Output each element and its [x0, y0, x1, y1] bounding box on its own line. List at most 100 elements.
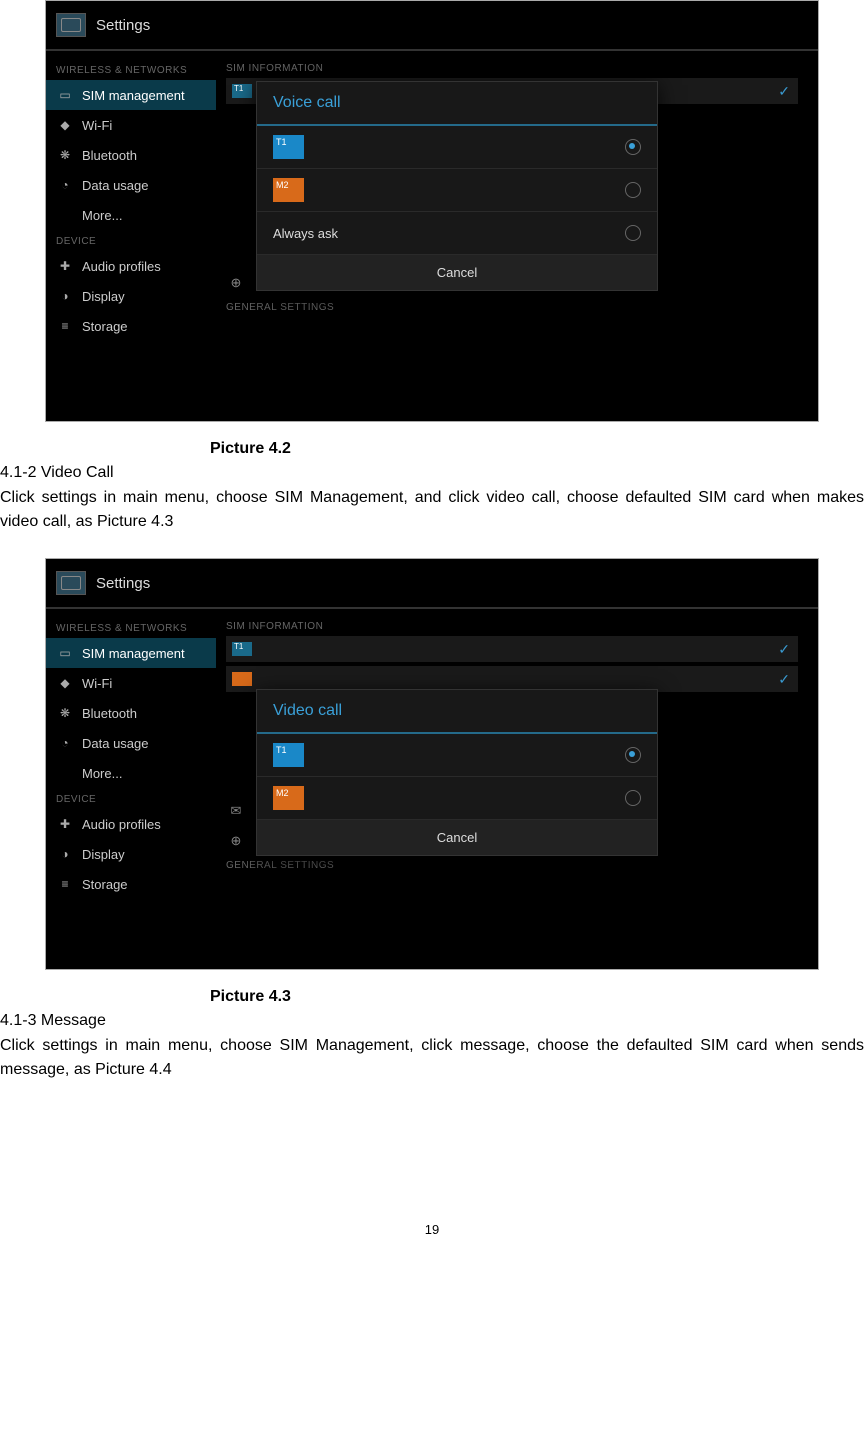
right-section-general: GENERAL SETTINGS	[226, 860, 798, 871]
sidebar-item-storage[interactable]: ≡ Storage	[56, 869, 216, 899]
wifi-icon: ◆	[56, 118, 74, 132]
audio-icon: ✚	[56, 817, 74, 831]
sim-chip-icon: T1	[232, 84, 252, 98]
dialog-option-label: Always ask	[273, 226, 338, 241]
radio-icon	[625, 225, 641, 241]
sidebar-item-label: More...	[82, 208, 122, 223]
data-usage-icon: ◔	[56, 736, 74, 750]
sidebar-item-bluetooth[interactable]: ❋ Bluetooth	[56, 698, 216, 728]
wifi-icon: ◆	[56, 676, 74, 690]
sidebar-section-device: DEVICE	[56, 794, 216, 805]
audio-icon: ✚	[56, 259, 74, 273]
video-call-dialog: Video call T1 M2 Cancel	[256, 689, 658, 856]
settings-app-icon	[56, 571, 86, 595]
right-section-siminfo: SIM INFORMATION	[226, 63, 798, 74]
sidebar-item-label: Bluetooth	[82, 706, 137, 721]
globe-icon: ⊕	[226, 833, 246, 849]
right-section-general: GENERAL SETTINGS	[226, 302, 798, 313]
section-heading-2: 4.1-3 Message	[0, 1012, 864, 1030]
check-icon: ✓	[778, 641, 790, 658]
sidebar-section-device: DEVICE	[56, 236, 216, 247]
sidebar-item-label: Storage	[82, 319, 128, 334]
dialog-option-sim1[interactable]: T1	[257, 126, 657, 169]
sidebar-item-label: Audio profiles	[82, 817, 161, 832]
sidebar-item-label: More...	[82, 766, 122, 781]
screenshot-video-call: Settings WIRELESS & NETWORKS ▭ SIM manage…	[45, 558, 819, 970]
settings-title: Settings	[96, 17, 150, 34]
page-number: 19	[0, 1222, 864, 1237]
sidebar-item-sim[interactable]: ▭ SIM management	[46, 638, 216, 668]
sidebar-section-wireless: WIRELESS & NETWORKS	[56, 623, 216, 634]
sidebar-item-label: Audio profiles	[82, 259, 161, 274]
settings-sidebar: WIRELESS & NETWORKS ▭ SIM management ◆ Wi-…	[46, 609, 216, 971]
sidebar-item-data[interactable]: ◔ Data usage	[56, 728, 216, 758]
storage-icon: ≡	[56, 877, 74, 891]
sim2-chip-icon: M2	[273, 786, 304, 810]
data-usage-icon: ◔	[56, 178, 74, 192]
sidebar-item-wifi[interactable]: ◆ Wi-Fi	[56, 668, 216, 698]
sidebar-item-label: Wi-Fi	[82, 676, 112, 691]
section-body-2: Click settings in main menu, choose SIM …	[0, 1034, 864, 1082]
sidebar-item-audio[interactable]: ✚ Audio profiles	[56, 251, 216, 281]
radio-selected-icon	[625, 139, 641, 155]
sidebar-item-label: Wi-Fi	[82, 118, 112, 133]
sidebar-item-label: Data usage	[82, 178, 149, 193]
sidebar-item-data[interactable]: ◔ Data usage	[56, 170, 216, 200]
display-icon: ◑	[56, 847, 74, 861]
sidebar-item-wifi[interactable]: ◆ Wi-Fi	[56, 110, 216, 140]
sidebar-item-label: Storage	[82, 877, 128, 892]
settings-title: Settings	[96, 575, 150, 592]
dialog-cancel-button[interactable]: Cancel	[257, 255, 657, 290]
sidebar-item-display[interactable]: ◑ Display	[56, 281, 216, 311]
more-icon	[56, 766, 74, 780]
sidebar-item-audio[interactable]: ✚ Audio profiles	[56, 809, 216, 839]
figure-caption-2: Picture 4.3	[210, 988, 864, 1006]
sidebar-item-sim[interactable]: ▭SIM management	[46, 80, 216, 110]
sidebar-item-label: Bluetooth	[82, 148, 137, 163]
settings-app-icon	[56, 13, 86, 37]
more-icon	[56, 208, 74, 222]
dialog-option-sim2[interactable]: M2	[257, 169, 657, 212]
section-body-1: Click settings in main menu, choose SIM …	[0, 486, 864, 534]
dialog-option-sim2[interactable]: M2	[257, 777, 657, 820]
radio-icon	[625, 182, 641, 198]
sidebar-item-label: SIM management	[82, 88, 185, 103]
section-heading-1: 4.1-2 Video Call	[0, 464, 864, 482]
dialog-title: Voice call	[257, 82, 657, 126]
dialog-option-always-ask[interactable]: Always ask	[257, 212, 657, 255]
sidebar-item-label: SIM management	[82, 646, 185, 661]
dialog-option-sim1[interactable]: T1	[257, 734, 657, 777]
sidebar-item-storage[interactable]: ≡ Storage	[56, 311, 216, 341]
sidebar-item-label: Display	[82, 289, 125, 304]
right-section-siminfo: SIM INFORMATION	[226, 621, 798, 632]
sim1-chip-icon: T1	[273, 743, 304, 767]
bluetooth-icon: ❋	[56, 706, 74, 720]
bluetooth-icon: ❋	[56, 148, 74, 162]
sidebar-item-more[interactable]: More...	[56, 200, 216, 230]
sim-chip-icon	[232, 672, 252, 686]
sidebar-item-bluetooth[interactable]: ❋ Bluetooth	[56, 140, 216, 170]
sim-row-1[interactable]: T1✓	[226, 636, 798, 662]
sim1-chip-icon: T1	[273, 135, 304, 159]
dialog-cancel-button[interactable]: Cancel	[257, 820, 657, 855]
check-icon: ✓	[778, 671, 790, 688]
display-icon: ◑	[56, 289, 74, 303]
sidebar-item-label: Display	[82, 847, 125, 862]
settings-header: Settings	[46, 559, 818, 609]
message-icon: ✉	[226, 803, 246, 819]
settings-header: Settings	[46, 1, 818, 51]
settings-sidebar: WIRELESS & NETWORKS ▭SIM management ◆ Wi-…	[46, 51, 216, 423]
sidebar-section-wireless: WIRELESS & NETWORKS	[56, 65, 216, 76]
storage-icon: ≡	[56, 319, 74, 333]
sim2-chip-icon: M2	[273, 178, 304, 202]
radio-selected-icon	[625, 747, 641, 763]
radio-icon	[625, 790, 641, 806]
sidebar-item-display[interactable]: ◑ Display	[56, 839, 216, 869]
globe-icon: ⊕	[226, 275, 246, 291]
sim-icon: ▭	[56, 646, 74, 660]
dialog-title: Video call	[257, 690, 657, 734]
sidebar-item-label: Data usage	[82, 736, 149, 751]
figure-caption-1: Picture 4.2	[210, 440, 864, 458]
sidebar-item-more[interactable]: More...	[56, 758, 216, 788]
check-icon: ✓	[778, 83, 790, 100]
